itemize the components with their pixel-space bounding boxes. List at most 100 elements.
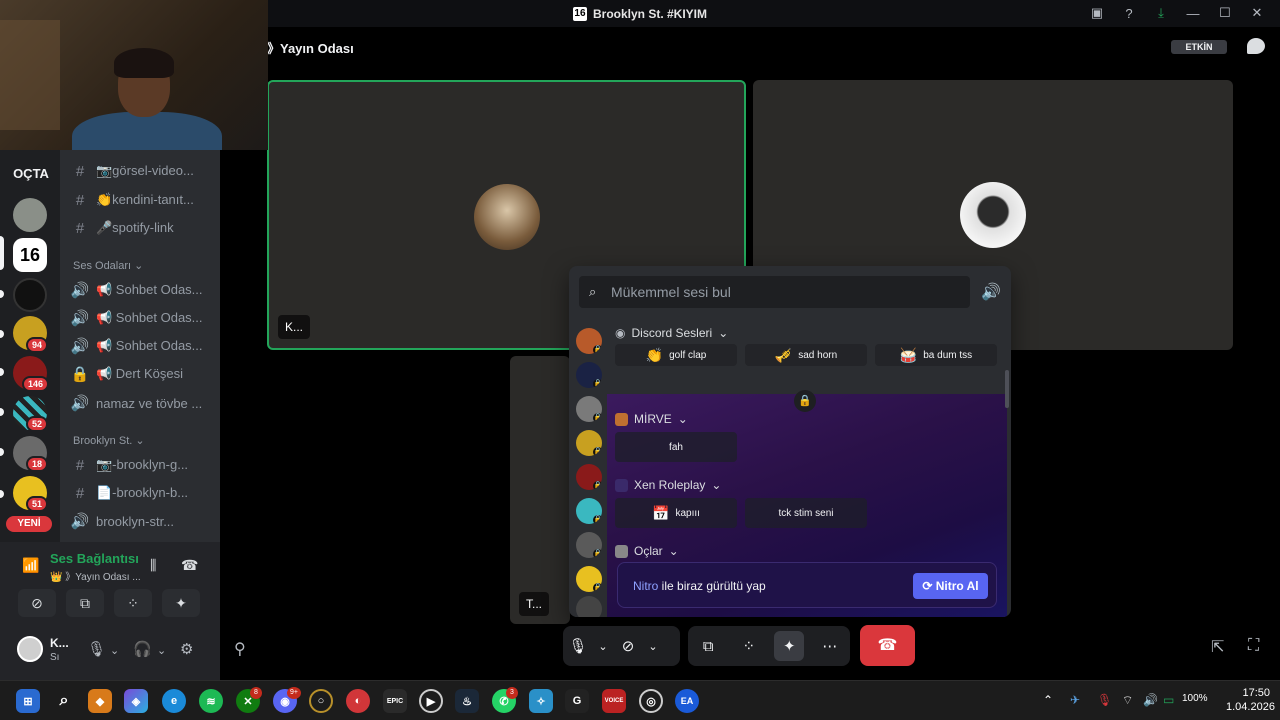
category-brooklyn[interactable]: Brooklyn St. ⌄ — [73, 434, 145, 447]
ea-icon[interactable]: EA — [675, 689, 699, 713]
spotify-icon[interactable]: ≋ — [199, 689, 223, 713]
riot-icon[interactable]: ○ — [309, 689, 333, 713]
server-icon[interactable]: 🔒 — [576, 532, 602, 558]
voice-channel-item[interactable]: 🔒 📢 Dert Köşesi — [68, 362, 218, 386]
signal-icon[interactable]: 📶 — [22, 557, 39, 574]
server-icon[interactable] — [13, 198, 47, 232]
channel-item[interactable]: # 🎤spotify-link — [68, 216, 218, 240]
chevron-down-icon[interactable]: ⌄ — [157, 644, 166, 657]
minimize-icon[interactable]: — — [1184, 4, 1202, 22]
popout-icon[interactable]: ⇱ — [1211, 637, 1224, 657]
scrollbar[interactable] — [1005, 370, 1009, 408]
sound-search-input[interactable]: Mükemmel sesi bul — [579, 276, 970, 308]
voice-channel-item[interactable]: 🔊 namaz ve tövbe ... — [68, 391, 218, 415]
steam-icon[interactable]: ♨ — [455, 689, 479, 713]
gear-icon[interactable]: ⚙ — [180, 640, 193, 658]
invite-icon[interactable]: ⚲ — [234, 639, 246, 659]
server-icon-16[interactable]: 16 — [13, 238, 47, 272]
soundboard-icon[interactable]: ✦ — [774, 631, 805, 661]
noise-suppression-icon[interactable]: ⫼ — [150, 557, 156, 574]
channel-item[interactable]: # 📷görsel-video... — [68, 159, 218, 183]
new-badge[interactable]: YENİ — [6, 516, 52, 532]
section-mirve[interactable]: MİRVE ⌄ — [615, 412, 688, 426]
clock[interactable]: 17:50 1.04.2026 — [1226, 686, 1275, 714]
voice-channel-item[interactable]: 🔊 📢 Sohbet Odas... — [68, 334, 218, 358]
close-icon[interactable]: ✕ — [1248, 4, 1266, 22]
channel-item[interactable]: # 📄-brooklyn-b... — [68, 481, 218, 505]
inbox-icon[interactable]: ▣ — [1088, 4, 1106, 22]
activities-icon[interactable]: ⁘ — [734, 631, 764, 661]
volume-icon[interactable]: 🔊 — [981, 282, 1001, 302]
riot-client-icon[interactable]: ◐ — [346, 689, 370, 713]
server-icon[interactable]: 🔒 — [576, 396, 602, 422]
voice-room[interactable]: 👑 》Yayın Odası ... — [50, 568, 145, 583]
voice-channel-item[interactable]: 🔊 📢 Sohbet Odas... — [68, 306, 218, 330]
sound-sad-horn[interactable]: 🎺 sad horn — [745, 344, 867, 366]
help-icon[interactable]: ? — [1120, 4, 1138, 22]
camera-off-icon[interactable]: ⊘ — [613, 631, 643, 661]
battery-icon[interactable]: ▭ — [1163, 693, 1174, 707]
fullscreen-icon[interactable]: ⛶ — [1248, 637, 1259, 655]
camera-off-button[interactable]: ⊘ — [18, 589, 56, 617]
start-icon[interactable]: ⊞ — [16, 689, 40, 713]
epic-games-icon[interactable]: EPIC — [383, 689, 407, 713]
chevron-up-icon[interactable]: ⌃ — [1043, 693, 1053, 707]
sound-tck-stim-seni[interactable]: tck stim seni — [745, 498, 867, 528]
nitro-button[interactable]: ⟳ Nitro Al — [913, 573, 988, 599]
channel-item[interactable]: # 📷-brooklyn-g... — [68, 453, 218, 477]
avatar[interactable] — [17, 636, 43, 662]
screen-share-button[interactable]: ⧉ — [66, 589, 104, 617]
microphone-icon[interactable]: 🎙 — [1097, 693, 1112, 707]
brave-icon[interactable]: ◆ — [88, 689, 112, 713]
server-icon[interactable]: 🔒 — [576, 464, 602, 490]
screen-share-icon[interactable]: ⧉ — [693, 631, 723, 661]
chat-icon[interactable] — [1247, 38, 1265, 54]
disconnect-icon[interactable]: ☎ — [181, 557, 198, 574]
channel-item[interactable]: # 👏kendini-tanıt... — [68, 188, 218, 212]
copilot-icon[interactable]: ◈ — [124, 689, 148, 713]
headphones-icon[interactable]: 🎧 — [133, 640, 152, 658]
video-tile-3[interactable]: T... — [510, 356, 570, 624]
microphone-icon[interactable]: 🎙 — [563, 631, 593, 661]
volume-icon[interactable]: 🔊 — [1143, 693, 1158, 707]
server-icon[interactable] — [576, 596, 602, 617]
section-xen-roleplay[interactable]: Xen Roleplay ⌄ — [615, 478, 721, 492]
wifi-icon[interactable]: ⌔ — [1122, 693, 1133, 708]
sound-fah[interactable]: fah — [615, 432, 737, 462]
download-icon[interactable]: ⤓ — [1152, 4, 1170, 22]
chevron-down-icon[interactable]: ⌄ — [593, 631, 613, 661]
server-icon[interactable]: 🔒 — [576, 328, 602, 354]
sound-ba-dum-tss[interactable]: 🥁 ba dum tss — [875, 344, 997, 366]
voicemeeter-icon[interactable]: VOICE — [602, 689, 626, 713]
media-player-icon[interactable]: ▶ — [419, 689, 443, 713]
sound-kapiii[interactable]: 📅 kapııı — [615, 498, 737, 528]
server-icon[interactable]: 🔒 — [576, 566, 602, 592]
edge-icon[interactable]: e — [162, 689, 186, 713]
disconnect-button[interactable]: ☎ — [860, 625, 915, 666]
server-icon[interactable]: 🔒 — [576, 362, 602, 388]
chevron-down-icon[interactable]: ⌄ — [643, 631, 663, 661]
app-icon[interactable]: ◎ — [639, 689, 663, 713]
section-oclar[interactable]: Oçlar ⌄ — [615, 544, 679, 558]
soundboard-button[interactable]: ✦ — [162, 589, 200, 617]
search-icon[interactable]: ⌕ — [52, 689, 76, 713]
username[interactable]: K... — [50, 636, 69, 650]
microphone-icon[interactable]: 🎙 — [87, 640, 106, 658]
voice-channel-item[interactable]: 🔊 📢 Sohbet Odas... — [68, 278, 218, 302]
server-icon[interactable]: 🔒 — [576, 430, 602, 456]
voice-channel-item[interactable]: 🔊 brooklyn-str... — [68, 509, 218, 533]
activities-button[interactable]: ⁘ — [114, 589, 152, 617]
server-icon[interactable]: 🔒 — [576, 498, 602, 524]
section-discord[interactable]: ◉ Discord Sesleri ⌄ — [615, 326, 728, 340]
sound-golf-clap[interactable]: 👏 golf clap — [615, 344, 737, 366]
category-voice[interactable]: Ses Odaları ⌄ — [73, 259, 143, 272]
app-tray-icon[interactable]: ✈ — [1070, 693, 1080, 707]
app-icon[interactable]: ✧ — [529, 689, 553, 713]
server-icon[interactable] — [13, 278, 47, 312]
active-badge[interactable]: ETKİN — [1171, 40, 1227, 54]
chevron-down-icon[interactable]: ⌄ — [110, 644, 119, 657]
more-icon[interactable]: ⋯ — [815, 631, 845, 661]
app-icon[interactable]: G — [565, 689, 589, 713]
voice-status[interactable]: Ses Bağlantısı K — [50, 551, 140, 566]
maximize-icon[interactable]: ☐ — [1216, 4, 1234, 22]
